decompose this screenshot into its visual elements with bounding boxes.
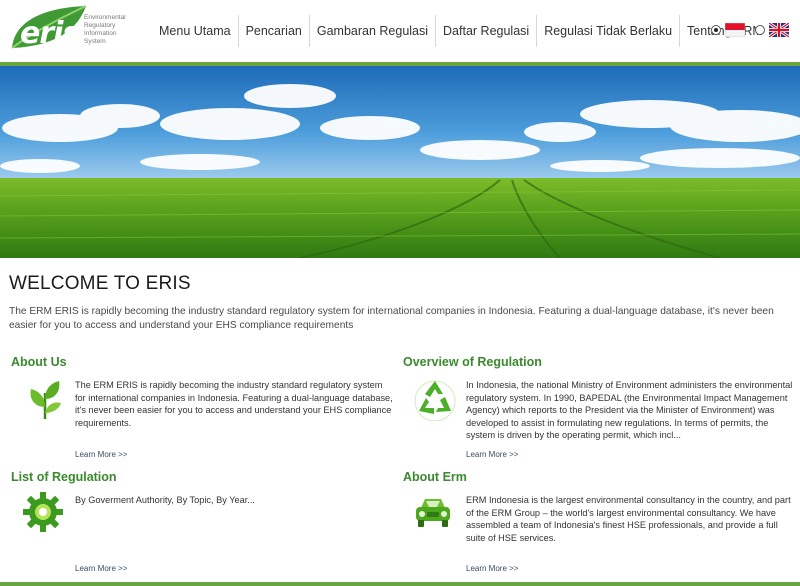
section-overview-regulation: Overview of Regulation In Indonesia, the… bbox=[403, 355, 798, 465]
section-text: ERM Indonesia is the largest environment… bbox=[466, 495, 791, 543]
logo-tagline: Environmental Regulatory Information Sys… bbox=[84, 14, 148, 46]
section-title: About Erm bbox=[403, 470, 467, 484]
section-text: The ERM ERIS is rapidly becoming the ind… bbox=[75, 380, 393, 428]
leaf-plant-icon bbox=[30, 381, 61, 419]
welcome-title: WELCOME TO ERIS bbox=[9, 273, 191, 294]
hero-banner bbox=[0, 66, 800, 258]
eris-logo[interactable]: eris Environmental Regulatory Informatio… bbox=[8, 2, 148, 54]
logo-tagline-line: Information bbox=[84, 30, 117, 37]
uk-flag-icon bbox=[769, 23, 789, 37]
language-option-id[interactable] bbox=[711, 23, 745, 37]
welcome-text: The ERM ERIS is rapidly becoming the ind… bbox=[9, 306, 774, 331]
nav-gambaran-regulasi[interactable]: Gambaran Regulasi bbox=[310, 15, 437, 47]
main-nav: Menu Utama Pencarian Gambaran Regulasi D… bbox=[152, 15, 770, 47]
indonesia-flag-icon bbox=[725, 23, 745, 37]
section-about-erm: About Erm ERM Indonesia is the largest e… bbox=[403, 470, 798, 580]
field-sky-illustration bbox=[0, 66, 800, 258]
radio-en[interactable] bbox=[755, 25, 765, 35]
logo-wordmark: eris bbox=[20, 16, 80, 51]
nav-pencarian[interactable]: Pencarian bbox=[239, 15, 310, 47]
section-about-us: About Us The ERM ERIS is rapidly becomin… bbox=[11, 355, 406, 465]
learn-more-link[interactable]: Learn More >> bbox=[466, 564, 518, 573]
section-text: In Indonesia, the national Ministry of E… bbox=[466, 380, 793, 441]
section-title: Overview of Regulation bbox=[403, 355, 542, 369]
section-text: By Goverment Authority, By Topic, By Yea… bbox=[75, 495, 255, 505]
learn-more-link[interactable]: Learn More >> bbox=[75, 450, 127, 459]
site-header: eris Environmental Regulatory Informatio… bbox=[0, 0, 800, 62]
nav-regulasi-tidak-berlaku[interactable]: Regulasi Tidak Berlaku bbox=[537, 15, 681, 47]
logo-tagline-line: Regulatory bbox=[84, 22, 116, 29]
language-option-en[interactable] bbox=[755, 23, 789, 37]
green-gear-icon bbox=[23, 492, 63, 532]
learn-more-link[interactable]: Learn More >> bbox=[75, 564, 127, 573]
logo-tagline-line: System bbox=[84, 38, 106, 45]
nav-daftar-regulasi[interactable]: Daftar Regulasi bbox=[436, 15, 538, 47]
radio-id[interactable] bbox=[711, 25, 721, 35]
logo-tagline-line: Environmental bbox=[84, 14, 126, 21]
section-title: About Us bbox=[11, 355, 67, 369]
green-car-icon bbox=[416, 499, 450, 527]
footer-divider bbox=[0, 582, 800, 586]
section-list-regulation: List of Regulation By Goverment Authorit… bbox=[11, 470, 406, 580]
nav-menu-utama[interactable]: Menu Utama bbox=[152, 15, 239, 47]
section-title: List of Regulation bbox=[11, 470, 117, 484]
recycle-icon bbox=[414, 380, 456, 421]
learn-more-link[interactable]: Learn More >> bbox=[466, 450, 518, 459]
